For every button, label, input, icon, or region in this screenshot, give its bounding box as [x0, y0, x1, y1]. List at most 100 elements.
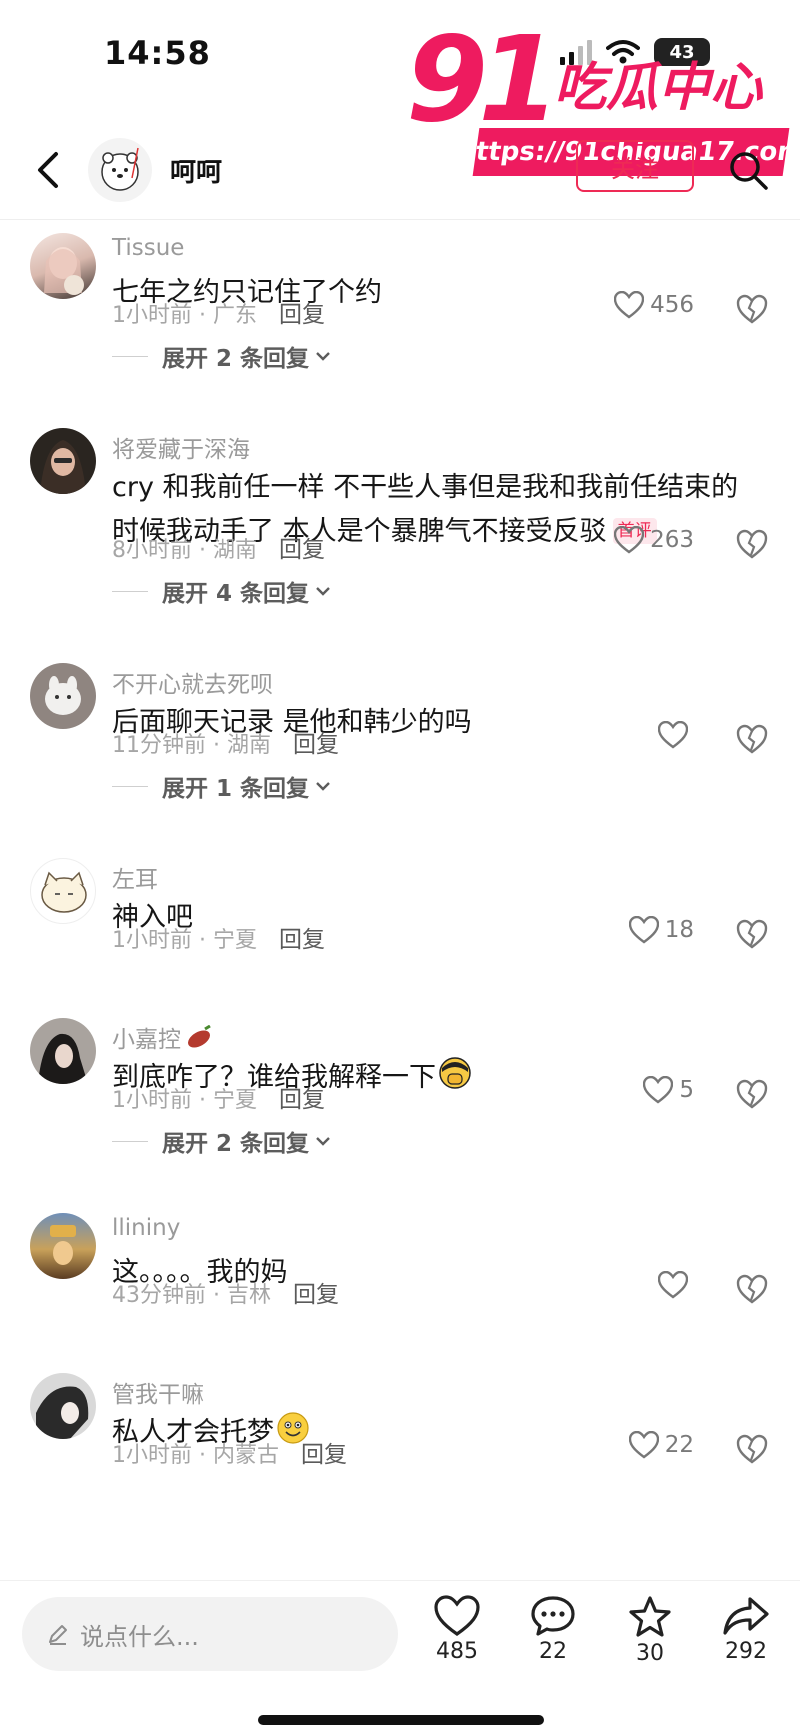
- back-arrow-icon[interactable]: [30, 150, 66, 190]
- chat-bubble-icon: [531, 1596, 575, 1636]
- comment-meta: 43分钟前 · 吉林 回复: [112, 1275, 339, 1309]
- like-count: 22: [664, 1432, 694, 1458]
- expand-label: 展开 2 条回复: [162, 1131, 310, 1157]
- expand-replies[interactable]: 展开 2 条回复: [112, 1124, 333, 1158]
- avatar[interactable]: [30, 1213, 96, 1279]
- like-button[interactable]: 456: [614, 291, 694, 319]
- home-indicator[interactable]: [258, 1715, 544, 1725]
- username[interactable]: Tissue: [112, 235, 184, 261]
- reply-button[interactable]: 回复: [279, 927, 325, 953]
- like-button[interactable]: 263: [614, 526, 694, 554]
- reply-button[interactable]: 回复: [279, 1087, 325, 1113]
- comment-item: 不开心就去死呗 后面聊天记录 是他和韩少的吗 11分钟前 · 湖南 回复 展开 1…: [0, 651, 800, 846]
- pencil-icon: [49, 1625, 67, 1645]
- comment-meta: 1小时前 · 广东 回复: [112, 295, 325, 329]
- comment-meta: 8小时前 · 湖南 回复: [112, 530, 325, 564]
- comment-count: 22: [539, 1639, 567, 1664]
- reply-button[interactable]: 回复: [293, 1282, 339, 1308]
- avatar[interactable]: [30, 858, 96, 924]
- broken-heart-icon[interactable]: [736, 918, 768, 950]
- watermark-title: 吃瓜中心: [554, 58, 763, 118]
- like-count: 18: [664, 917, 694, 943]
- avatar[interactable]: [30, 428, 96, 494]
- heart-icon: [614, 526, 645, 554]
- comment-item: 小嘉控 到底咋了？谁给我解释一下 1小时前 · 宁夏 回复 5 展开 2 条回复: [0, 1006, 800, 1201]
- reply-button[interactable]: 回复: [279, 302, 325, 328]
- sweet-potato-emoji-icon: [188, 1025, 211, 1048]
- username[interactable]: 左耳: [112, 860, 158, 894]
- star-icon: [629, 1596, 671, 1637]
- time-location: 1小时前 · 宁夏: [112, 1088, 257, 1113]
- comment-item: 管我干嘛 私人才会托梦 1小时前 · 内蒙古 回复 22: [0, 1361, 800, 1579]
- reply-button[interactable]: 回复: [293, 732, 339, 758]
- author-avatar[interactable]: [88, 138, 152, 202]
- broken-heart-icon[interactable]: [736, 528, 768, 560]
- avatar[interactable]: [30, 663, 96, 729]
- time-location: 1小时前 · 内蒙古: [112, 1443, 279, 1468]
- chevron-down-icon: [316, 352, 330, 361]
- expand-replies[interactable]: 展开 2 条回复: [112, 339, 333, 373]
- comments-button[interactable]: 22: [518, 1595, 588, 1664]
- input-placeholder: 说点什么...: [80, 1622, 199, 1651]
- heart-icon: [434, 1595, 480, 1636]
- divider: [112, 1140, 148, 1142]
- search-icon[interactable]: [726, 148, 770, 192]
- avatar[interactable]: [30, 233, 96, 299]
- broken-heart-icon[interactable]: [736, 293, 768, 325]
- favorite-count: 30: [636, 1641, 664, 1666]
- comment-input[interactable]: 说点什么...: [22, 1597, 398, 1671]
- broken-heart-icon[interactable]: [736, 1433, 768, 1465]
- chevron-down-icon: [316, 782, 330, 791]
- avatar[interactable]: [30, 1018, 96, 1084]
- username: 小嘉控: [112, 1020, 213, 1054]
- broken-heart-icon[interactable]: [736, 1273, 768, 1305]
- share-arrow-icon: [723, 1597, 769, 1635]
- comment-item: llininy 这。。。。我的妈 43分钟前 · 吉林 回复: [0, 1201, 800, 1361]
- heart-icon: [628, 1431, 659, 1459]
- username[interactable]: 将爱藏于深海: [112, 430, 250, 464]
- heart-icon: [658, 1271, 688, 1299]
- reply-button[interactable]: 回复: [301, 1442, 347, 1468]
- comment-meta: 1小时前 · 宁夏 回复: [112, 1080, 325, 1114]
- comment-meta: 1小时前 · 内蒙古 回复: [112, 1435, 347, 1469]
- expand-replies[interactable]: 展开 4 条回复: [112, 574, 333, 608]
- expand-label: 展开 4 条回复: [162, 581, 310, 607]
- username[interactable]: llininy: [112, 1215, 180, 1241]
- divider: [112, 355, 148, 357]
- like-post-button[interactable]: 485: [422, 1595, 492, 1664]
- username[interactable]: 不开心就去死呗: [112, 665, 273, 699]
- top-header: 呵呵 关注: [0, 120, 800, 220]
- username[interactable]: 管我干嘛: [112, 1375, 204, 1409]
- expand-label: 展开 2 条回复: [162, 346, 310, 372]
- like-count: 263: [650, 527, 694, 553]
- bottom-action-bar: 说点什么... 485 22 30 292: [0, 1580, 800, 1734]
- author-name[interactable]: 呵呵: [170, 152, 222, 189]
- bear-avatar-icon: [101, 147, 139, 191]
- like-count: 485: [436, 1639, 478, 1664]
- heart-icon: [614, 291, 645, 319]
- follow-button[interactable]: 关注: [576, 140, 694, 192]
- share-count: 292: [725, 1639, 767, 1664]
- broken-heart-icon[interactable]: [736, 1078, 768, 1110]
- chevron-down-icon: [316, 1137, 330, 1146]
- expand-replies[interactable]: 展开 1 条回复: [112, 769, 333, 803]
- status-time: 14:58: [104, 34, 211, 72]
- like-button[interactable]: 5: [643, 1076, 694, 1104]
- comment-item: 左耳 神入吧 1小时前 · 宁夏 回复 18: [0, 846, 800, 1006]
- divider: [112, 785, 148, 787]
- heart-icon: [628, 916, 659, 944]
- username-text[interactable]: 小嘉控: [112, 1027, 181, 1053]
- share-button[interactable]: 292: [711, 1595, 781, 1664]
- avatar[interactable]: [30, 1373, 96, 1439]
- comment-list[interactable]: Tissue 七年之约只记住了个约 1小时前 · 广东 回复 456 展开 2 条…: [0, 221, 800, 1579]
- favorite-button[interactable]: 30: [615, 1595, 685, 1666]
- reply-button[interactable]: 回复: [279, 537, 325, 563]
- comment-meta: 1小时前 · 宁夏 回复: [112, 920, 325, 954]
- like-button[interactable]: 18: [628, 916, 694, 944]
- like-button[interactable]: [658, 1271, 694, 1299]
- heart-icon: [643, 1076, 674, 1104]
- broken-heart-icon[interactable]: [736, 723, 768, 755]
- like-button[interactable]: 22: [628, 1431, 694, 1459]
- comment-meta: 11分钟前 · 湖南 回复: [112, 725, 339, 759]
- like-button[interactable]: [658, 721, 694, 749]
